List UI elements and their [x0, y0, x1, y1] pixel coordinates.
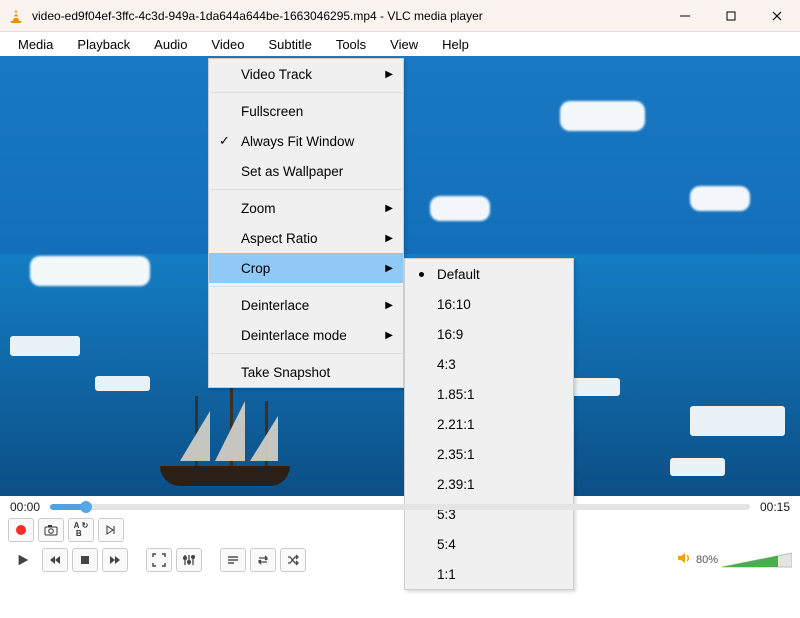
- vlc-cone-icon: [8, 8, 24, 24]
- volume-slider[interactable]: [722, 551, 792, 569]
- menu-label: 2.21:1: [437, 417, 475, 432]
- menu-label: Zoom: [241, 201, 276, 216]
- menu-fullscreen[interactable]: Fullscreen: [209, 96, 403, 126]
- crop-option-239-1[interactable]: 2.39:1: [405, 469, 573, 499]
- record-button[interactable]: [8, 518, 34, 542]
- chevron-right-icon: ▶: [385, 233, 393, 244]
- maximize-button[interactable]: [708, 0, 754, 32]
- chevron-right-icon: ▶: [385, 203, 393, 214]
- menu-playback[interactable]: Playback: [65, 34, 142, 55]
- menu-label: Deinterlace mode: [241, 328, 347, 343]
- shuffle-button[interactable]: [280, 548, 306, 572]
- menu-separator: [210, 92, 402, 93]
- volume-control: 80%: [676, 550, 792, 571]
- next-button[interactable]: [102, 548, 128, 572]
- menu-label: Fullscreen: [241, 104, 303, 119]
- menu-label: 16:10: [437, 297, 471, 312]
- menu-audio[interactable]: Audio: [142, 34, 199, 55]
- toolbar-row-1: A ↻ B: [0, 516, 800, 544]
- menu-label: 1.85:1: [437, 387, 475, 402]
- check-icon: ✓: [219, 133, 230, 149]
- menu-take-snapshot[interactable]: Take Snapshot: [209, 357, 403, 387]
- chevron-right-icon: ▶: [385, 69, 393, 80]
- menu-help[interactable]: Help: [430, 34, 481, 55]
- titlebar: video-ed9f04ef-3ffc-4c3d-949a-1da644a644…: [0, 0, 800, 32]
- progress-row: 00:00 00:15: [0, 496, 800, 516]
- menu-label: Always Fit Window: [241, 134, 354, 149]
- video-menu-popup: Video Track ▶ Fullscreen ✓ Always Fit Wind…: [208, 58, 404, 388]
- menu-separator: [210, 189, 402, 190]
- playlist-button[interactable]: [220, 548, 246, 572]
- seek-knob[interactable]: [80, 501, 92, 513]
- menu-label: 5:4: [437, 537, 456, 552]
- menu-label: 1:1: [437, 567, 456, 582]
- chevron-right-icon: ▶: [385, 300, 393, 311]
- menu-aspect-ratio[interactable]: Aspect Ratio ▶: [209, 223, 403, 253]
- menu-always-fit-window[interactable]: ✓ Always Fit Window: [209, 126, 403, 156]
- menu-view[interactable]: View: [378, 34, 430, 55]
- crop-option-4-3[interactable]: 4:3: [405, 349, 573, 379]
- loop-button[interactable]: [250, 548, 276, 572]
- video-content-ship: [140, 396, 310, 486]
- stop-button[interactable]: [72, 548, 98, 572]
- extended-settings-button[interactable]: [176, 548, 202, 572]
- loop-ab-button[interactable]: A ↻ B: [68, 518, 94, 542]
- menu-zoom[interactable]: Zoom ▶: [209, 193, 403, 223]
- menu-label: Take Snapshot: [241, 365, 330, 380]
- crop-submenu-popup: Default 16:10 16:9 4:3 1.85:1 2.21:1 2.3…: [404, 258, 574, 590]
- menu-video[interactable]: Video: [199, 34, 256, 55]
- crop-option-16-9[interactable]: 16:9: [405, 319, 573, 349]
- crop-option-5-4[interactable]: 5:4: [405, 529, 573, 559]
- crop-option-221-1[interactable]: 2.21:1: [405, 409, 573, 439]
- window-title: video-ed9f04ef-3ffc-4c3d-949a-1da644a644…: [32, 9, 662, 23]
- minimize-button[interactable]: [662, 0, 708, 32]
- play-button[interactable]: [8, 546, 38, 574]
- menu-label: Set as Wallpaper: [241, 164, 343, 179]
- snapshot-button[interactable]: [38, 518, 64, 542]
- menu-media[interactable]: Media: [6, 34, 65, 55]
- menu-set-as-wallpaper[interactable]: Set as Wallpaper: [209, 156, 403, 186]
- fullscreen-button[interactable]: [146, 548, 172, 572]
- crop-option-16-10[interactable]: 16:10: [405, 289, 573, 319]
- crop-option-185-1[interactable]: 1.85:1: [405, 379, 573, 409]
- time-total: 00:15: [760, 500, 790, 514]
- menu-deinterlace[interactable]: Deinterlace ▶: [209, 290, 403, 320]
- crop-option-235-1[interactable]: 2.35:1: [405, 439, 573, 469]
- menu-label: Deinterlace: [241, 298, 309, 313]
- menu-video-track[interactable]: Video Track ▶: [209, 59, 403, 89]
- seek-slider[interactable]: [50, 504, 750, 510]
- speaker-icon[interactable]: [676, 550, 692, 571]
- menu-label: 2.39:1: [437, 477, 475, 492]
- menu-crop[interactable]: Crop ▶: [209, 253, 403, 283]
- menu-label: 2.35:1: [437, 447, 475, 462]
- menu-separator: [210, 353, 402, 354]
- chevron-right-icon: ▶: [385, 263, 393, 274]
- menu-label: Crop: [241, 261, 270, 276]
- menu-label: Aspect Ratio: [241, 231, 318, 246]
- menu-separator: [210, 286, 402, 287]
- crop-option-1-1[interactable]: 1:1: [405, 559, 573, 589]
- previous-button[interactable]: [42, 548, 68, 572]
- menubar: Media Playback Audio Video Subtitle Tool…: [0, 32, 800, 56]
- menu-label: Default: [437, 267, 480, 282]
- menu-subtitle[interactable]: Subtitle: [256, 34, 323, 55]
- window-controls: [662, 0, 800, 32]
- radio-dot-icon: [419, 272, 424, 277]
- crop-option-default[interactable]: Default: [405, 259, 573, 289]
- volume-percent: 80%: [696, 554, 718, 566]
- menu-label: 16:9: [437, 327, 463, 342]
- close-button[interactable]: [754, 0, 800, 32]
- menu-tools[interactable]: Tools: [324, 34, 378, 55]
- chevron-right-icon: ▶: [385, 330, 393, 341]
- toolbar-row-2: 80%: [0, 544, 800, 576]
- frame-step-button[interactable]: [98, 518, 124, 542]
- menu-deinterlace-mode[interactable]: Deinterlace mode ▶: [209, 320, 403, 350]
- menu-label: Video Track: [241, 67, 312, 82]
- menu-label: 4:3: [437, 357, 456, 372]
- time-current: 00:00: [10, 500, 40, 514]
